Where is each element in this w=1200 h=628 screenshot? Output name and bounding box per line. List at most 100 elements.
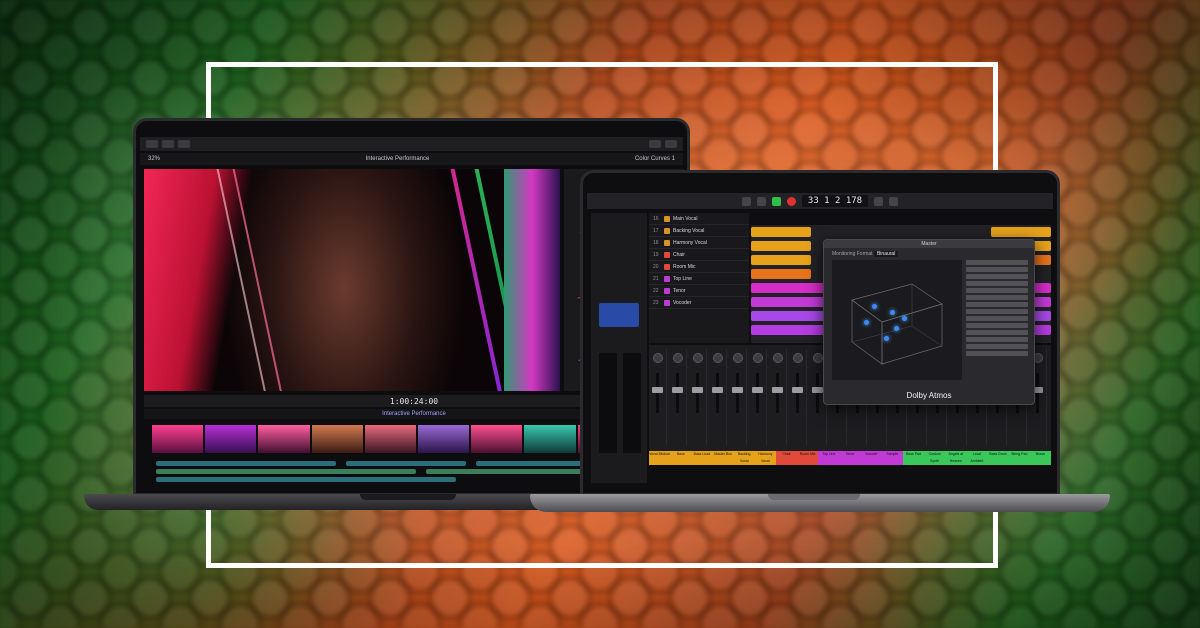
fcp-viewer[interactable]	[144, 169, 560, 391]
fcp-import-icon[interactable]	[146, 140, 158, 148]
audio-track[interactable]	[156, 469, 416, 474]
channel-name[interactable]: Bass	[670, 451, 692, 465]
channel-name[interactable]: Lead Ambient	[966, 451, 988, 465]
fcp-layout-icon[interactable]	[649, 140, 661, 148]
channel-strip[interactable]	[749, 349, 767, 445]
volume-fader[interactable]	[732, 373, 743, 413]
channel-strip[interactable]	[669, 349, 687, 445]
3d-object-view[interactable]	[832, 260, 962, 380]
volume-fader[interactable]	[1032, 373, 1043, 413]
channel-strip[interactable]	[789, 349, 807, 445]
audio-region[interactable]	[751, 255, 811, 265]
volume-fader[interactable]	[772, 373, 783, 413]
audio-track[interactable]	[156, 461, 336, 466]
pan-knob[interactable]	[652, 353, 663, 363]
audio-track[interactable]	[156, 477, 456, 482]
volume-fader[interactable]	[712, 373, 723, 413]
track-header[interactable]: 18 Harmony Vocal	[649, 237, 749, 249]
channel-name[interactable]: Bass Drum	[987, 451, 1009, 465]
volume-fader[interactable]	[652, 373, 663, 413]
track-header[interactable]: 22 Tenor	[649, 285, 749, 297]
pan-knob[interactable]	[692, 353, 703, 363]
stop-icon[interactable]	[756, 196, 766, 206]
list-item[interactable]	[966, 267, 1028, 272]
list-item[interactable]	[966, 351, 1028, 356]
track-header[interactable]: 17 Backing Vocal	[649, 225, 749, 237]
track-header[interactable]: 16 Main Vocal	[649, 213, 749, 225]
monitoring-format-select[interactable]: Binaural	[873, 251, 899, 257]
play-icon[interactable]	[771, 196, 781, 206]
audio-region[interactable]	[751, 269, 811, 279]
audio-region[interactable]	[991, 227, 1051, 237]
channel-name[interactable]: Backing Vocal	[733, 451, 755, 465]
track-header[interactable]: 21 Top Line	[649, 273, 749, 285]
list-item[interactable]	[966, 295, 1028, 300]
audio-track[interactable]	[346, 461, 466, 466]
fcp-check-icon[interactable]	[178, 140, 190, 148]
fcp-share-icon[interactable]	[665, 140, 677, 148]
rewind-icon[interactable]	[741, 196, 751, 206]
channel-name[interactable]: Custom Synth	[924, 451, 946, 465]
clip-thumbnail[interactable]	[205, 425, 257, 453]
volume-fader[interactable]	[792, 373, 803, 413]
clip-thumbnail[interactable]	[418, 425, 470, 453]
clip-thumbnail[interactable]	[524, 425, 576, 453]
channel-strip[interactable]	[709, 349, 727, 445]
inspector-fader[interactable]	[623, 353, 641, 453]
inspector-fader[interactable]	[599, 353, 617, 453]
pan-knob[interactable]	[672, 353, 683, 363]
fcp-keyword-icon[interactable]	[162, 140, 174, 148]
channel-name[interactable]: Top Line	[818, 451, 840, 465]
volume-fader[interactable]	[812, 373, 823, 413]
track-header[interactable]: 23 Vocoder	[649, 297, 749, 309]
list-item[interactable]	[966, 260, 1028, 265]
audio-object[interactable]	[872, 304, 877, 309]
list-item[interactable]	[966, 302, 1028, 307]
plugin-slot[interactable]	[599, 303, 639, 327]
channel-name[interactable]: Chair	[775, 451, 798, 465]
clip-thumbnail[interactable]	[152, 425, 204, 453]
channel-name[interactable]: Master Bus	[712, 451, 734, 465]
audio-object[interactable]	[902, 316, 907, 321]
channel-name[interactable]: String Pad	[1008, 451, 1030, 465]
channel-name[interactable]: Brass	[1029, 451, 1051, 465]
audio-region[interactable]	[751, 227, 811, 237]
pan-knob[interactable]	[792, 353, 803, 363]
fcp-zoom[interactable]: 32%	[148, 156, 160, 162]
volume-fader[interactable]	[692, 373, 703, 413]
logic-lcd[interactable]: 33 1 2 178	[801, 195, 869, 207]
channel-strip[interactable]	[689, 349, 707, 445]
pan-knob[interactable]	[712, 353, 723, 363]
pan-knob[interactable]	[772, 353, 783, 363]
cycle-icon[interactable]	[874, 196, 884, 206]
list-item[interactable]	[966, 323, 1028, 328]
channel-name[interactable]: Tenor	[839, 451, 861, 465]
plugin-title-bar[interactable]: Master	[824, 240, 1034, 248]
list-item[interactable]	[966, 281, 1028, 286]
channel-name[interactable]: Sample	[881, 451, 903, 465]
list-item[interactable]	[966, 330, 1028, 335]
record-icon[interactable]	[786, 196, 796, 206]
list-item[interactable]	[966, 344, 1028, 349]
channel-name[interactable]: Bass Lead	[691, 451, 713, 465]
track-header[interactable]: 19 Chair	[649, 249, 749, 261]
channel-strip[interactable]	[649, 349, 667, 445]
channel-name[interactable]: Room Mic	[797, 451, 819, 465]
channel-name[interactable]: Vocal Mixture	[649, 451, 671, 465]
list-item[interactable]	[966, 309, 1028, 314]
audio-object[interactable]	[864, 320, 869, 325]
volume-fader[interactable]	[672, 373, 683, 413]
pan-knob[interactable]	[732, 353, 743, 363]
audio-region[interactable]	[751, 241, 811, 251]
pan-knob[interactable]	[752, 353, 763, 363]
audio-object[interactable]	[890, 310, 895, 315]
list-item[interactable]	[966, 288, 1028, 293]
volume-fader[interactable]	[752, 373, 763, 413]
clip-thumbnail[interactable]	[311, 425, 363, 453]
list-item[interactable]	[966, 316, 1028, 321]
channel-name[interactable]: Vocoder	[860, 451, 882, 465]
channel-name[interactable]: Angels at Heaven	[945, 451, 967, 465]
channel-name[interactable]: Bass Pad	[902, 451, 925, 465]
list-item[interactable]	[966, 274, 1028, 279]
channel-strip[interactable]	[729, 349, 747, 445]
